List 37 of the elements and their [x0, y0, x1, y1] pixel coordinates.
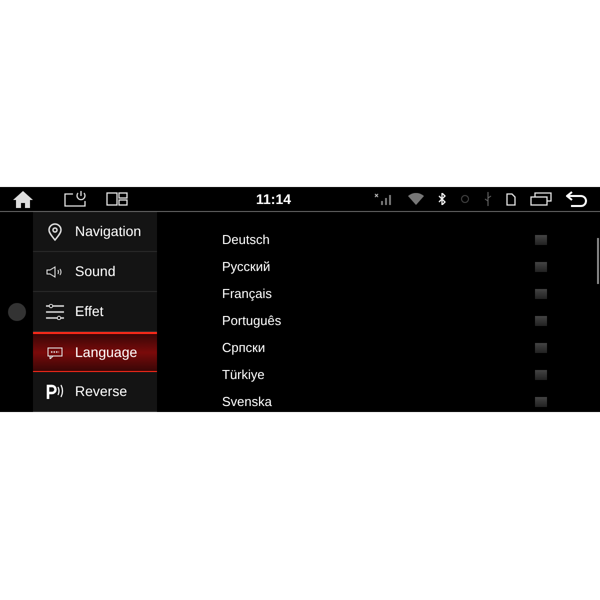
scrollbar[interactable]	[597, 238, 599, 284]
usb-icon	[484, 192, 492, 206]
gps-icon	[460, 194, 470, 204]
side-handle[interactable]	[8, 303, 26, 321]
speaker-icon	[46, 266, 64, 278]
menu-item[interactable]: Reverse	[33, 372, 157, 412]
power-screen-icon[interactable]	[64, 191, 86, 207]
checkbox[interactable]	[535, 370, 547, 380]
parking-sensor-icon	[45, 384, 65, 400]
language-option[interactable]: Svenska	[222, 392, 272, 412]
checkbox[interactable]	[535, 342, 547, 352]
signal-icon	[374, 193, 394, 205]
menu-item[interactable]: Language	[33, 332, 157, 372]
menu-item[interactable]: Sound	[33, 252, 157, 292]
checkbox[interactable]	[535, 396, 547, 406]
clock: 11:14	[256, 190, 292, 208]
split-screen-icon[interactable]	[106, 192, 128, 206]
language-option[interactable]: Français	[222, 284, 272, 304]
sd-card-icon	[506, 192, 516, 206]
wifi-icon	[408, 193, 424, 205]
checkbox[interactable]	[535, 234, 547, 244]
checkbox[interactable]	[535, 316, 547, 326]
back-icon[interactable]	[566, 190, 588, 208]
home-icon[interactable]	[12, 190, 34, 208]
recent-apps-icon[interactable]	[530, 192, 552, 206]
language-option[interactable]: Português	[222, 310, 282, 330]
checkbox[interactable]	[535, 262, 547, 272]
location-pin-icon	[47, 222, 63, 240]
language-option[interactable]: Türkiye	[222, 364, 265, 384]
bluetooth-icon	[438, 193, 446, 205]
sliders-icon	[45, 304, 65, 320]
checkbox[interactable]	[535, 288, 547, 298]
language-option[interactable]: Српски	[222, 338, 266, 358]
language-option[interactable]: Deutsch	[222, 230, 270, 250]
keyboard-icon	[47, 346, 63, 358]
menu-item[interactable]: Navigation	[33, 212, 157, 252]
language-option[interactable]: Русский	[222, 256, 270, 276]
